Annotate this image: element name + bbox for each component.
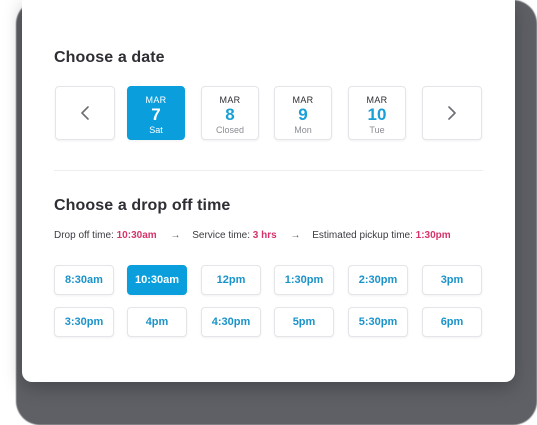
chevron-left-icon	[81, 106, 89, 120]
time-slot-1-30pm[interactable]: 1:30pm	[274, 265, 334, 295]
pickup-time-label: Estimated pickup time:	[312, 230, 413, 241]
section-divider	[54, 170, 483, 171]
date-status: Closed	[215, 125, 244, 135]
time-slot-2-30pm[interactable]: 2:30pm	[348, 265, 408, 295]
time-section-title: Choose a drop off time	[54, 197, 231, 214]
date-month: MAR	[366, 95, 388, 105]
pickup-time-value: 1:30pm	[415, 230, 451, 241]
date-month: MAR	[292, 95, 314, 105]
previous-dates-button[interactable]	[55, 86, 115, 140]
date-day: 8	[225, 105, 235, 124]
date-option-mar-8[interactable]: MAR 8 Closed	[201, 86, 259, 140]
arrow-right-icon: →	[170, 230, 181, 241]
date-weekday: Tue	[369, 125, 385, 135]
time-slot-3pm[interactable]: 3pm	[422, 265, 482, 295]
next-dates-button[interactable]	[422, 86, 482, 140]
date-option-mar-9[interactable]: MAR 9 Mon	[274, 86, 332, 140]
drop-off-value: 10:30am	[116, 230, 157, 241]
date-day: 10	[367, 105, 387, 124]
date-section-title: Choose a date	[54, 49, 165, 66]
time-slot-4-30pm[interactable]: 4:30pm	[201, 307, 261, 337]
drop-off-label: Drop off time:	[54, 230, 114, 241]
date-weekday: Mon	[294, 125, 312, 135]
time-slot-5pm[interactable]: 5pm	[274, 307, 334, 337]
time-slot-4pm[interactable]: 4pm	[127, 307, 187, 337]
date-month: MAR	[145, 95, 167, 105]
service-time-label: Service time:	[192, 230, 251, 241]
time-slot-6pm[interactable]: 6pm	[422, 307, 482, 337]
chevron-right-icon	[448, 106, 456, 120]
service-time-value: 3 hrs	[252, 230, 277, 241]
time-slot-5-30pm[interactable]: 5:30pm	[348, 307, 408, 337]
arrow-right-icon: →	[290, 230, 301, 241]
time-slot-8-30am[interactable]: 8:30am	[54, 265, 114, 295]
time-slot-3-30pm[interactable]: 3:30pm	[54, 307, 114, 337]
time-slot-12pm[interactable]: 12pm	[201, 265, 261, 295]
date-option-mar-10[interactable]: MAR 10 Tue	[348, 86, 406, 140]
time-slot-10-30am[interactable]: 10:30am	[127, 265, 187, 295]
date-option-mar-7[interactable]: MAR 7 Sat	[127, 86, 185, 140]
date-day: 9	[298, 105, 308, 124]
date-weekday: Sat	[149, 125, 163, 135]
booking-card: Choose a date MAR 7 Sat MAR 8 Closed MAR…	[22, 0, 515, 382]
time-summary: Drop off time: 10:30am → Service time: 3…	[54, 230, 451, 241]
date-month: MAR	[219, 95, 241, 105]
date-day: 7	[151, 105, 161, 124]
